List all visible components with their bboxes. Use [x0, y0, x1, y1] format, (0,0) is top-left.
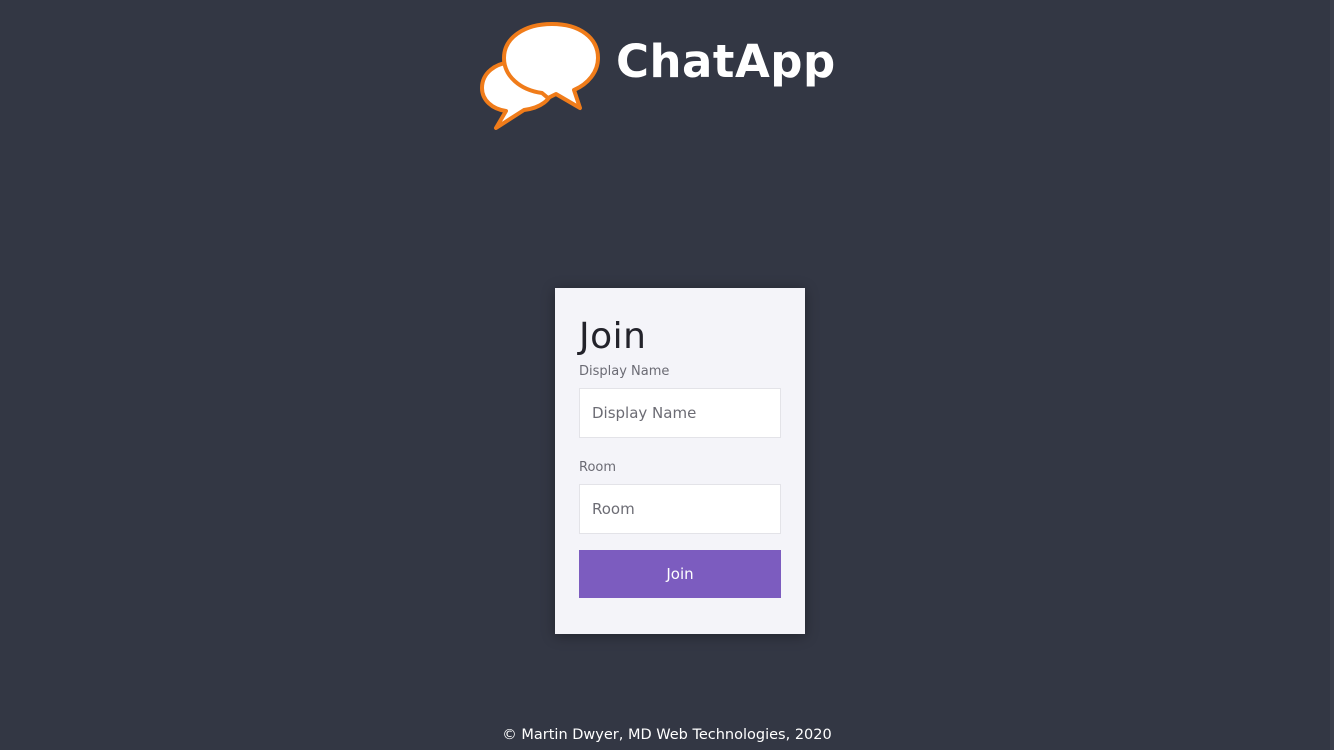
join-title: Join	[579, 316, 647, 357]
join-button[interactable]: Join	[579, 550, 781, 598]
display-name-label: Display Name	[579, 364, 670, 379]
scrollbar[interactable]	[1330, 0, 1334, 750]
page: ChatApp Join Display Name Room Join © Ma…	[0, 0, 1334, 750]
app-title: ChatApp	[616, 35, 836, 88]
room-label: Room	[579, 460, 617, 475]
footer-copyright: © Martin Dwyer, MD Web Technologies, 202…	[502, 727, 832, 743]
room-input[interactable]	[579, 484, 781, 534]
join-card: Join Display Name Room Join	[555, 288, 805, 634]
header: ChatApp	[478, 18, 836, 134]
chat-bubbles-icon	[480, 22, 600, 130]
display-name-input[interactable]	[579, 388, 781, 438]
